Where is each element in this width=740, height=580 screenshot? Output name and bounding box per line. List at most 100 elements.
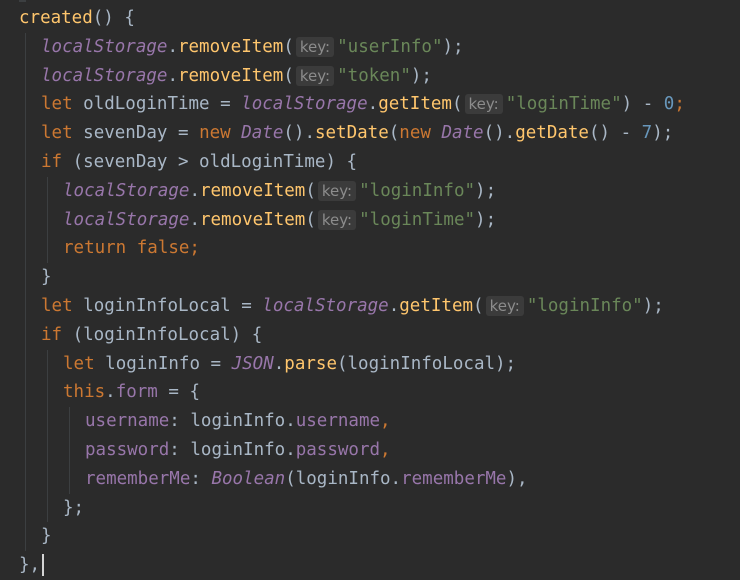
code-token: () { — [92, 8, 135, 28]
code-token: = { — [157, 382, 201, 403]
code-token: let — [41, 296, 84, 316]
code-token: () - — [588, 123, 642, 144]
code-line[interactable]: localStorage.removeItem(key: "token"); — [41, 62, 432, 91]
code-token: JSON — [231, 353, 274, 374]
code-token: ); — [652, 123, 674, 144]
code-token: localStorage — [262, 296, 389, 316]
code-token: form — [115, 382, 158, 403]
indent-guide — [25, 32, 26, 552]
code-token: username — [295, 411, 381, 432]
code-line[interactable]: let loginInfoLocal = localStorage.getIte… — [41, 292, 664, 321]
parameter-hint: key: — [485, 296, 524, 316]
code-token: "loginInfo" — [359, 180, 476, 201]
code-token: ( — [283, 65, 294, 86]
code-token: : — [190, 468, 212, 489]
code-token: ( — [473, 296, 484, 316]
code-token: created — [19, 8, 93, 28]
code-token: password — [295, 440, 381, 460]
code-token: ( — [305, 180, 316, 201]
code-line[interactable]: rememberMe: Boolean(loginInfo.rememberMe… — [85, 465, 528, 494]
code-token: "userInfo" — [337, 36, 443, 57]
code-line[interactable]: this.form = { — [63, 378, 200, 407]
code-line[interactable]: } — [41, 263, 52, 292]
code-token: loginInfo = — [105, 353, 232, 374]
code-token: ; — [674, 94, 685, 115]
code-token: }, — [19, 555, 41, 576]
code-token: } — [41, 526, 52, 547]
code-token: return false; — [63, 238, 200, 259]
code-line[interactable]: password: loginInfo.password, — [85, 436, 391, 465]
code-line[interactable]: username: loginInfo.username, — [85, 407, 391, 436]
code-token: "token" — [337, 65, 411, 86]
code-token: getDate — [515, 123, 589, 144]
code-line[interactable]: } — [41, 522, 52, 551]
code-token: : loginInfo. — [169, 411, 296, 432]
code-line[interactable]: localStorage.removeItem(key: "loginInfo")… — [63, 177, 496, 206]
code-editor[interactable]: created() {localStorage.removeItem(key: "… — [0, 0, 740, 580]
code-line[interactable]: }; — [63, 494, 84, 523]
code-line[interactable]: }, — [19, 551, 45, 580]
code-token: new — [399, 123, 442, 144]
code-token: ( — [305, 209, 316, 230]
code-token: 0 — [663, 94, 675, 115]
parameter-hint: key: — [464, 94, 503, 115]
code-token: localStorage — [63, 209, 190, 230]
code-token: , — [380, 440, 391, 460]
code-token: removeItem — [177, 65, 284, 86]
code-token: . — [367, 94, 379, 115]
code-token: ), — [506, 468, 528, 489]
code-token: Date — [241, 123, 284, 144]
code-line[interactable]: localStorage.removeItem(key: "userInfo"); — [41, 33, 464, 62]
code-token: localStorage — [41, 36, 168, 57]
code-token: , — [380, 411, 391, 432]
code-token: oldLoginTime = — [83, 94, 242, 115]
parameter-hint: key: — [295, 65, 335, 86]
code-token: . — [189, 180, 200, 201]
code-line[interactable]: if (sevenDay > oldLoginTime) { — [41, 148, 357, 177]
code-token: ); — [410, 65, 432, 86]
code-token: ) - — [621, 94, 664, 115]
code-line[interactable]: let sevenDay = new Date().setDate(new Da… — [41, 119, 673, 148]
code-token: . — [167, 65, 178, 86]
code-token: let — [41, 123, 84, 144]
code-token: (loginInfoLocal) { — [72, 324, 263, 345]
code-token: ); — [475, 209, 497, 230]
code-token: if — [41, 152, 73, 172]
code-token: "loginTime" — [359, 209, 476, 230]
code-line[interactable]: let oldLoginTime = localStorage.getItem(… — [41, 90, 685, 119]
code-token: let — [63, 353, 106, 374]
code-token: (sevenDay > oldLoginTime) { — [72, 152, 358, 172]
text-caret — [42, 554, 45, 577]
code-token: }; — [63, 497, 85, 518]
parameter-hint: key: — [317, 180, 357, 201]
code-token: . — [273, 353, 285, 374]
code-token: (loginInfo. — [285, 468, 402, 489]
code-line[interactable]: created() { — [19, 4, 135, 33]
code-token: (loginInfoLocal); — [336, 353, 517, 374]
code-token: rememberMe — [401, 468, 507, 489]
code-token: ); — [475, 180, 497, 201]
code-token: sevenDay = — [83, 123, 200, 144]
code-line[interactable]: localStorage.removeItem(key: "loginTime")… — [63, 206, 496, 235]
code-token: rememberMe — [85, 468, 191, 489]
parameter-hint: key: — [295, 36, 335, 57]
code-token: localStorage — [41, 65, 168, 86]
indent-guide — [69, 407, 70, 494]
code-token: . — [105, 382, 116, 403]
code-token: ); — [642, 296, 664, 316]
code-token: username — [85, 411, 170, 432]
code-token: ( — [388, 123, 400, 144]
fold-marker — [19, 0, 26, 2]
code-line[interactable]: return false; — [63, 234, 200, 263]
code-token: 7 — [641, 123, 653, 144]
code-token: password — [85, 440, 170, 460]
code-token: localStorage — [241, 94, 368, 115]
code-token: getItem — [399, 296, 474, 316]
code-token: (). — [483, 123, 516, 144]
code-token: Boolean — [211, 468, 286, 489]
code-line[interactable]: if (loginInfoLocal) { — [41, 321, 262, 350]
code-token: ); — [442, 36, 464, 57]
code-line[interactable]: let loginInfo = JSON.parse(loginInfoLoca… — [63, 350, 516, 379]
code-token: loginInfoLocal = — [83, 296, 263, 316]
code-token: setDate — [314, 123, 389, 144]
